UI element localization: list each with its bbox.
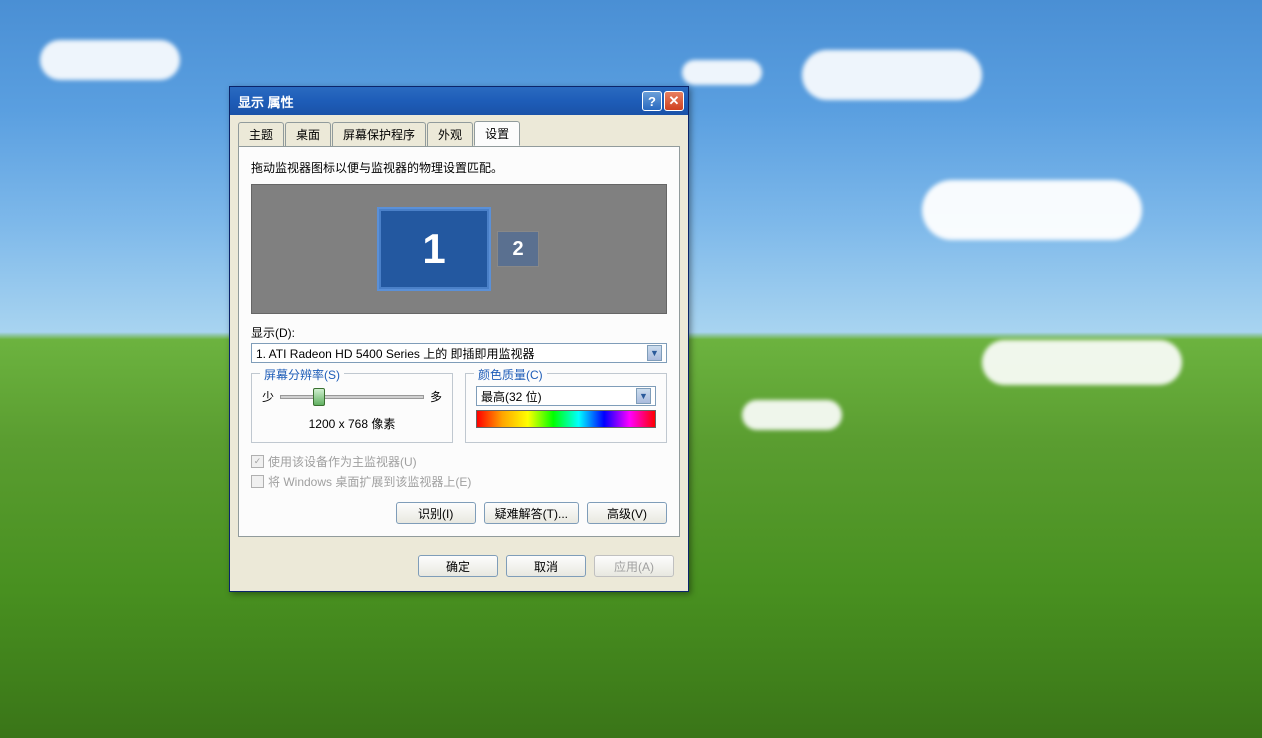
primary-monitor-checkbox: ✓	[251, 455, 264, 468]
primary-monitor-checkbox-label: 使用该设备作为主监视器(U)	[268, 453, 417, 470]
slider-thumb[interactable]	[313, 388, 325, 406]
identify-button[interactable]: 识别(I)	[396, 502, 476, 524]
resolution-value: 1200 x 768 像素	[262, 415, 442, 432]
tabs-bar: 主题 桌面 屏幕保护程序 外观 设置	[230, 115, 688, 146]
color-quality-legend: 颜色质量(C)	[474, 366, 547, 383]
monitor-arrangement-area[interactable]: 1 2	[251, 184, 667, 314]
instruction-text: 拖动监视器图标以便与监视器的物理设置匹配。	[251, 159, 667, 176]
titlebar[interactable]: 显示 属性 ? ✕	[230, 87, 688, 115]
close-button[interactable]: ✕	[664, 91, 684, 111]
apply-button: 应用(A)	[594, 555, 674, 577]
extend-desktop-checkbox	[251, 475, 264, 488]
resolution-slider[interactable]	[280, 395, 424, 399]
slider-less-label: 少	[262, 388, 274, 405]
advanced-button[interactable]: 高级(V)	[587, 502, 667, 524]
tab-screensaver[interactable]: 屏幕保护程序	[332, 122, 426, 147]
window-title: 显示 属性	[238, 92, 640, 111]
troubleshoot-button[interactable]: 疑难解答(T)...	[484, 502, 579, 524]
chevron-down-icon: ▼	[647, 345, 662, 361]
resolution-fieldset: 屏幕分辨率(S) 少 多 1200 x 768 像素	[251, 373, 453, 443]
display-properties-dialog: 显示 属性 ? ✕ 主题 桌面 屏幕保护程序 外观 设置 拖动监视器图标以便与监…	[229, 86, 689, 592]
color-quality-dropdown[interactable]: 最高(32 位) ▼	[476, 386, 656, 406]
color-quality-value: 最高(32 位)	[481, 388, 636, 405]
tab-desktop[interactable]: 桌面	[285, 122, 331, 147]
slider-more-label: 多	[430, 388, 442, 405]
tab-settings[interactable]: 设置	[474, 121, 520, 146]
color-spectrum-bar	[476, 410, 656, 428]
display-label: 显示(D):	[251, 324, 667, 341]
display-dropdown-value: 1. ATI Radeon HD 5400 Series 上的 即插即用监视器	[256, 345, 647, 362]
help-button[interactable]: ?	[642, 91, 662, 111]
ok-button[interactable]: 确定	[418, 555, 498, 577]
tab-content: 拖动监视器图标以便与监视器的物理设置匹配。 1 2 显示(D): 1. ATI …	[238, 146, 680, 537]
chevron-down-icon: ▼	[636, 388, 651, 404]
display-dropdown[interactable]: 1. ATI Radeon HD 5400 Series 上的 即插即用监视器 …	[251, 343, 667, 363]
dialog-footer: 确定 取消 应用(A)	[230, 545, 688, 591]
monitor-2-icon[interactable]: 2	[497, 231, 539, 267]
tab-theme[interactable]: 主题	[238, 122, 284, 147]
tab-appearance[interactable]: 外观	[427, 122, 473, 147]
extend-desktop-checkbox-label: 将 Windows 桌面扩展到该监视器上(E)	[268, 473, 471, 490]
resolution-legend: 屏幕分辨率(S)	[260, 366, 344, 383]
monitor-1-icon[interactable]: 1	[379, 209, 489, 289]
color-quality-fieldset: 颜色质量(C) 最高(32 位) ▼	[465, 373, 667, 443]
cancel-button[interactable]: 取消	[506, 555, 586, 577]
